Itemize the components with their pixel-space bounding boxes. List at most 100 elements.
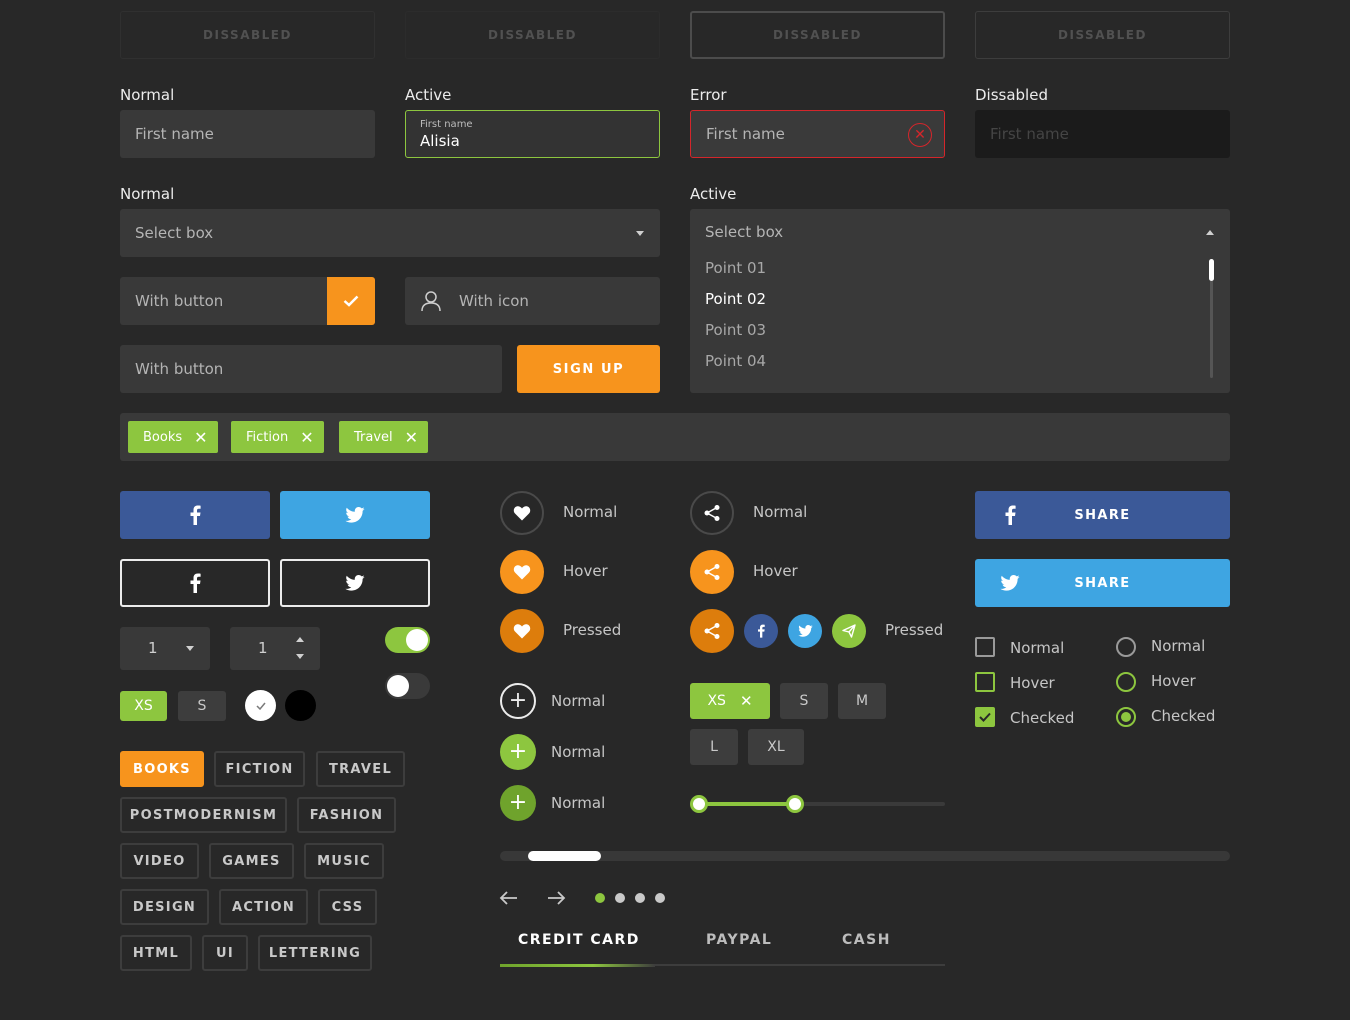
arrow-left-icon[interactable] bbox=[499, 889, 519, 907]
category-tag-ui[interactable]: UI bbox=[202, 935, 248, 971]
sign-up-label: SIGN UP bbox=[552, 361, 625, 377]
quantity-select[interactable]: 1 bbox=[120, 627, 210, 670]
tag-chip-travel[interactable]: Travel ✕ bbox=[339, 421, 429, 453]
close-icon[interactable]: ✕ bbox=[300, 428, 313, 447]
color-swatch-black[interactable] bbox=[285, 690, 316, 721]
first-name-input-error[interactable]: First name ✕ bbox=[690, 110, 945, 158]
category-tag-design[interactable]: DESIGN bbox=[120, 889, 209, 925]
share-twitter-button[interactable] bbox=[788, 614, 822, 648]
close-icon[interactable]: ✕ bbox=[405, 428, 418, 447]
facebook-icon bbox=[758, 624, 765, 638]
like-button-hover[interactable] bbox=[500, 550, 544, 594]
category-tag-lettering[interactable]: LETTERING bbox=[258, 935, 372, 971]
category-tag-css[interactable]: CSS bbox=[318, 889, 377, 925]
radio-hover[interactable] bbox=[1116, 672, 1136, 692]
heart-icon bbox=[513, 506, 531, 521]
twitter-icon bbox=[345, 507, 365, 523]
tab-cash[interactable]: CASH bbox=[842, 932, 891, 948]
like-button-pressed[interactable] bbox=[500, 609, 544, 653]
facebook-share-button[interactable]: SHARE bbox=[975, 491, 1230, 539]
category-tag-fiction[interactable]: FICTION bbox=[214, 751, 305, 787]
confirm-button[interactable] bbox=[327, 277, 375, 325]
tab-paypal[interactable]: PAYPAL bbox=[706, 932, 772, 948]
checkbox-hover[interactable] bbox=[975, 672, 995, 692]
carousel-dot-active[interactable] bbox=[595, 893, 605, 903]
size-option-xl[interactable]: XL bbox=[748, 729, 804, 765]
with-icon-input[interactable]: With icon bbox=[405, 277, 660, 325]
range-slider-fill bbox=[698, 802, 795, 806]
toggle-switch-on[interactable] bbox=[385, 627, 430, 653]
share-telegram-button[interactable] bbox=[832, 614, 866, 648]
carousel-dot[interactable] bbox=[655, 893, 665, 903]
tag-chip-fiction[interactable]: Fiction ✕ bbox=[231, 421, 324, 453]
category-tag-music[interactable]: MUSIC bbox=[304, 843, 384, 879]
category-tag-games[interactable]: GAMES bbox=[209, 843, 294, 879]
size-option-s[interactable]: S bbox=[780, 683, 828, 719]
telegram-icon bbox=[842, 624, 856, 638]
horizontal-scrollbar-track[interactable] bbox=[500, 851, 1230, 861]
twitter-button[interactable] bbox=[280, 491, 430, 539]
sign-up-button[interactable]: SIGN UP bbox=[517, 345, 660, 393]
chevron-up-icon[interactable] bbox=[1206, 230, 1214, 235]
size-option-xs-selected[interactable]: XS ✕ bbox=[690, 683, 770, 719]
size-option-xs[interactable]: XS bbox=[120, 691, 167, 721]
facebook-button[interactable] bbox=[120, 491, 270, 539]
size-option-l[interactable]: L bbox=[690, 729, 738, 765]
category-tag-label: LETTERING bbox=[268, 945, 362, 961]
range-slider-handle-low[interactable] bbox=[690, 795, 708, 813]
category-tag-books[interactable]: BOOKS bbox=[120, 751, 204, 787]
with-button-input-2[interactable]: With button bbox=[120, 345, 502, 393]
first-name-input-active[interactable]: First name Alisia bbox=[405, 110, 660, 158]
twitter-outline-button[interactable] bbox=[280, 559, 430, 607]
size-option-m[interactable]: M bbox=[838, 683, 886, 719]
select-box-active[interactable]: Select box Point 01 Point 02 Point 03 Po… bbox=[690, 209, 1230, 393]
plus-icon: + bbox=[508, 739, 528, 764]
size-label: L bbox=[710, 739, 718, 755]
size-option-s[interactable]: S bbox=[178, 691, 226, 721]
category-tag-postmodernism[interactable]: POSTMODERNISM bbox=[120, 797, 287, 833]
close-icon[interactable]: ✕ bbox=[740, 692, 753, 710]
category-tag-html[interactable]: HTML bbox=[120, 935, 192, 971]
add-button-green[interactable]: + bbox=[500, 734, 536, 770]
error-close-icon[interactable]: ✕ bbox=[908, 123, 932, 147]
category-tag-fashion[interactable]: FASHION bbox=[297, 797, 396, 833]
category-tag-travel[interactable]: TRAVEL bbox=[316, 751, 405, 787]
first-name-input-normal[interactable]: First name bbox=[120, 110, 375, 158]
decrement-icon[interactable] bbox=[296, 654, 304, 659]
color-swatch-white[interactable] bbox=[245, 690, 276, 721]
share-button-hover[interactable] bbox=[690, 550, 734, 594]
dropdown-option-selected[interactable]: Point 02 bbox=[705, 290, 766, 308]
chevron-down-icon bbox=[636, 231, 644, 236]
checkbox-normal[interactable] bbox=[975, 637, 995, 657]
radio-checked[interactable] bbox=[1116, 707, 1136, 727]
carousel-dot[interactable] bbox=[615, 893, 625, 903]
share-button-pressed[interactable] bbox=[690, 609, 734, 653]
dropdown-scrollbar-thumb[interactable] bbox=[1209, 259, 1214, 281]
add-button-dark-green[interactable]: + bbox=[500, 785, 536, 821]
range-slider-handle-high[interactable] bbox=[786, 795, 805, 813]
dropdown-option[interactable]: Point 01 bbox=[705, 259, 766, 277]
add-button-outline[interactable]: + bbox=[500, 683, 536, 719]
category-tag-video[interactable]: VIDEO bbox=[120, 843, 199, 879]
arrow-right-icon[interactable] bbox=[546, 889, 566, 907]
increment-icon[interactable] bbox=[296, 637, 304, 642]
select-box-normal[interactable]: Select box bbox=[120, 209, 660, 257]
quantity-stepper[interactable]: 1 bbox=[230, 627, 320, 670]
checkbox-label: Normal bbox=[1010, 639, 1065, 657]
share-facebook-button[interactable] bbox=[744, 614, 778, 648]
like-button-normal[interactable] bbox=[500, 491, 544, 535]
dropdown-option[interactable]: Point 03 bbox=[705, 321, 766, 339]
checkbox-checked[interactable] bbox=[975, 707, 995, 727]
toggle-switch-off[interactable] bbox=[385, 673, 430, 699]
facebook-outline-button[interactable] bbox=[120, 559, 270, 607]
twitter-share-button[interactable]: SHARE bbox=[975, 559, 1230, 607]
horizontal-scrollbar-thumb[interactable] bbox=[528, 851, 602, 861]
tab-credit-card[interactable]: CREDIT CARD bbox=[518, 932, 640, 948]
category-tag-action[interactable]: ACTION bbox=[219, 889, 308, 925]
radio-normal[interactable] bbox=[1116, 637, 1136, 657]
dropdown-option[interactable]: Point 04 bbox=[705, 352, 766, 370]
tag-chip-books[interactable]: Books ✕ bbox=[128, 421, 218, 453]
close-icon[interactable]: ✕ bbox=[194, 428, 207, 447]
carousel-dot[interactable] bbox=[635, 893, 645, 903]
share-button-normal[interactable] bbox=[690, 491, 734, 535]
